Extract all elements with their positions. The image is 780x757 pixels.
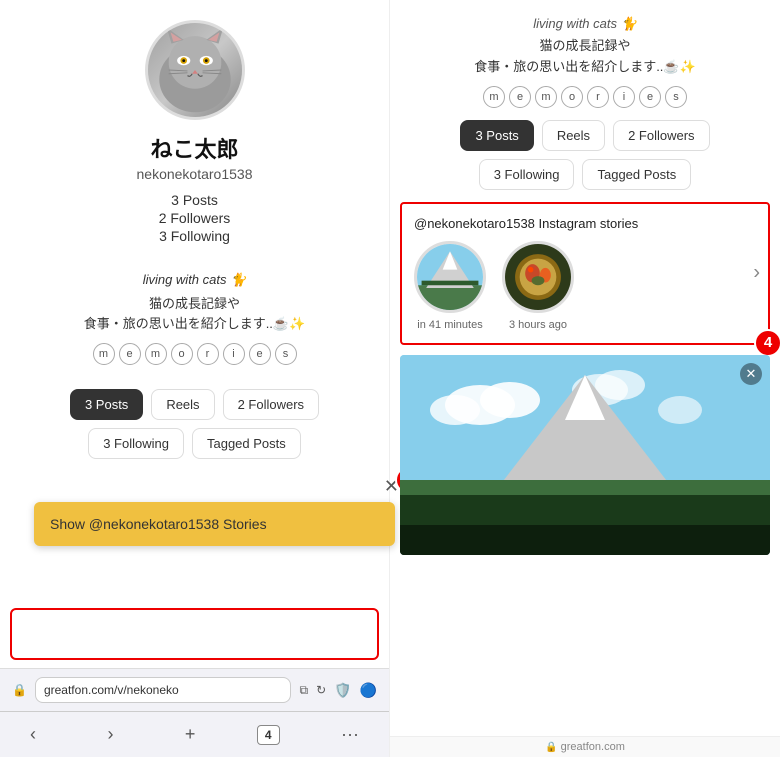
story-time-1: in 41 minutes [417, 319, 482, 331]
following-count: 3 Following [159, 228, 230, 244]
hashtag-letter: e [639, 86, 661, 108]
add-tab-button[interactable]: + [175, 720, 206, 749]
tab-icon: ⧉ [299, 683, 308, 698]
hashtag-letter: i [223, 343, 245, 365]
nav-bottom: ‹ › + 4 ··· [0, 711, 389, 757]
username: nekonekotaro1538 [137, 166, 253, 182]
hashtag-letter: o [171, 343, 193, 365]
tab-following[interactable]: 3 Following [88, 428, 184, 459]
left-tabs-section: 3 Posts Reels 2 Followers 3 Following Ta… [0, 389, 389, 459]
tab-reels[interactable]: Reels [151, 389, 214, 420]
lock-icon-right: 🔒 [545, 742, 557, 753]
tabs-row-2: 3 Following Tagged Posts [20, 428, 369, 459]
story-thumbnail-mountain [414, 241, 486, 313]
bio-description: 猫の成長記録や食事・旅の思い出を紹介します..☕✨ [30, 294, 359, 336]
tabs-row-1: 3 Posts Reels 2 Followers [20, 389, 369, 420]
hashtag-letter: r [197, 343, 219, 365]
stories-tooltip[interactable]: Show @nekonekotaro1538 Stories ✕ 3 [34, 502, 395, 546]
tab-posts[interactable]: 3 Posts [70, 389, 143, 420]
hashtag-letter: m [145, 343, 167, 365]
right-bio-tagline: living with cats 🐈 [406, 16, 764, 32]
hashtag-letter: m [535, 86, 557, 108]
hashtag-letter: e [119, 343, 141, 365]
bookmark-icon: 🔵 [360, 682, 377, 699]
bio-section: living with cats 🐈 猫の成長記録や食事・旅の思い出を紹介します… [0, 260, 389, 389]
right-tab-followers[interactable]: 2 Followers [613, 120, 709, 151]
hashtag-letter: r [587, 86, 609, 108]
url-bar[interactable]: greatfon.com/v/nekoneko [35, 677, 292, 703]
story-item-mountain[interactable]: in 41 minutes [414, 241, 486, 331]
stories-title: @nekonekotaro1538 Instagram stories [414, 216, 756, 231]
stories-chevron-button[interactable]: › [753, 262, 760, 285]
story-time-2: 3 hours ago [509, 319, 567, 331]
avatar [145, 20, 245, 120]
tooltip-text: Show @nekonekotaro1538 Stories [50, 516, 267, 532]
url-text: greatfon.com/v/nekoneko [44, 683, 179, 697]
hashtag-letter: s [665, 86, 687, 108]
hashtag-letter: o [561, 86, 583, 108]
more-menu-button[interactable]: ··· [331, 720, 369, 749]
hashtag-letter: m [93, 343, 115, 365]
hashtag-letter: s [275, 343, 297, 365]
right-hashtag-row: m e m o r i e s [406, 86, 764, 108]
stats-row: 3 Posts 2 Followers 3 Following [159, 192, 231, 244]
stories-row: in 41 minutes [414, 241, 756, 331]
annotation-4-badge: 4 [754, 329, 780, 357]
close-photo-button[interactable]: ✕ [740, 363, 762, 385]
right-top: living with cats 🐈 猫の成長記録や食事・旅の思い出を紹介します… [390, 0, 780, 120]
main-photo: ✕ [400, 355, 770, 555]
right-bottom-bar: 🔒 greatfon.com [390, 736, 780, 757]
tabs-count[interactable]: 4 [257, 725, 280, 745]
brave-icon: 🛡️ [334, 682, 351, 699]
back-button[interactable]: ‹ [20, 720, 46, 749]
left-panel: ねこ太郎 nekonekotaro1538 3 Posts 2 Follower… [0, 0, 390, 757]
hashtag-letter: m [483, 86, 505, 108]
right-tab-posts[interactable]: 3 Posts [460, 120, 533, 151]
cat-avatar-image [148, 20, 242, 120]
posts-count: 3 Posts [171, 192, 218, 208]
photo-area: ✕ [400, 355, 770, 736]
right-panel: living with cats 🐈 猫の成長記録や食事・旅の思い出を紹介します… [390, 0, 780, 757]
right-bio-desc: 猫の成長記録や食事・旅の思い出を紹介します..☕✨ [406, 36, 764, 78]
hashtag-letter: i [613, 86, 635, 108]
lock-icon: 🔒 [12, 683, 27, 697]
right-url: greatfon.com [561, 741, 625, 753]
tab-followers[interactable]: 2 Followers [223, 389, 319, 420]
story-item-food[interactable]: 3 hours ago [502, 241, 574, 331]
hashtag-row: m e m o r i e s [30, 343, 359, 365]
right-tabs-row-1: 3 Posts Reels 2 Followers [400, 120, 770, 151]
right-tab-following[interactable]: 3 Following [479, 159, 575, 190]
hashtag-letter: e [509, 86, 531, 108]
stories-section: @nekonekotaro1538 Instagram stories [400, 202, 770, 345]
right-tabs-row-2: 3 Following Tagged Posts [400, 159, 770, 190]
forward-button[interactable]: › [97, 720, 123, 749]
followers-count: 2 Followers [159, 210, 231, 226]
profile-section: ねこ太郎 nekonekotaro1538 3 Posts 2 Follower… [0, 0, 389, 260]
display-name: ねこ太郎 [150, 132, 238, 164]
right-tabs-section: 3 Posts Reels 2 Followers 3 Following Ta… [390, 120, 780, 202]
story-thumbnail-food [502, 241, 574, 313]
refresh-icon[interactable]: ↻ [316, 683, 326, 697]
right-tab-tagged[interactable]: Tagged Posts [582, 159, 691, 190]
browser-toolbar: 🔒 greatfon.com/v/nekoneko ⧉ ↻ 🛡️ 🔵 [0, 668, 389, 711]
hashtag-letter: e [249, 343, 271, 365]
bio-tagline: living with cats 🐈 [30, 270, 359, 290]
tab-tagged[interactable]: Tagged Posts [192, 428, 301, 459]
right-tab-reels[interactable]: Reels [542, 120, 605, 151]
